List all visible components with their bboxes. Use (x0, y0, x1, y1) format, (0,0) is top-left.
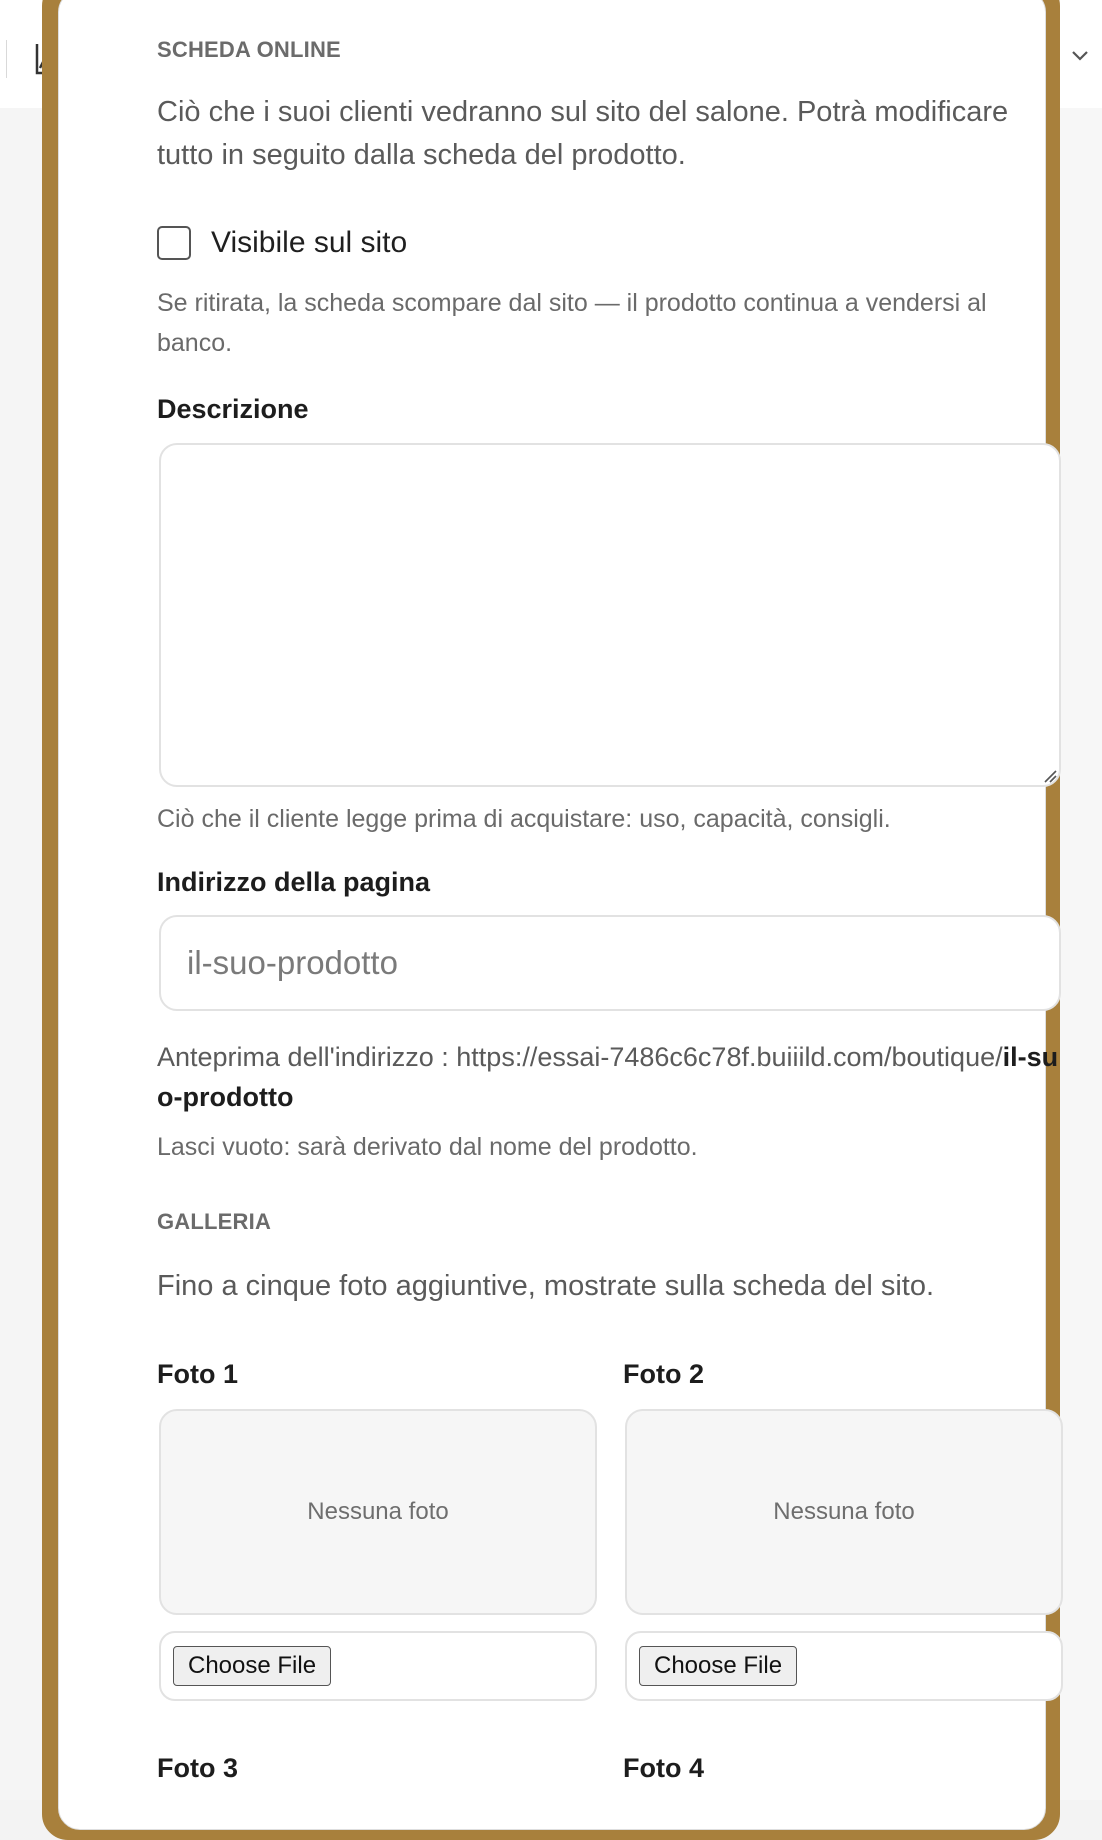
photo-4-label: Foto 4 (623, 1753, 704, 1783)
visible-on-site-label[interactable]: Visibile sul sito (211, 226, 407, 260)
photo-2-file-input[interactable]: Choose File (625, 1631, 1063, 1701)
description-label: Descrizione (157, 394, 309, 424)
gallery-intro: Fino a cinque foto aggiuntive, mostrate … (157, 1270, 935, 1302)
gallery-title: GALLERIA (157, 1209, 272, 1234)
visibility-hint: Se ritirata, la scheda scompare dal sito… (157, 289, 987, 357)
section-intro: Ciò che i suoi clienti vedranno sul sito… (157, 96, 1009, 171)
chevron-down-icon[interactable] (1070, 48, 1090, 64)
address-hint: Lasci vuoto: sarà derivato dal nome del … (157, 1133, 698, 1161)
photo-2-label: Foto 2 (623, 1359, 704, 1389)
photo-1-choose-file-button[interactable]: Choose File (173, 1646, 332, 1686)
photo-2-preview: Nessuna foto (625, 1409, 1063, 1615)
visibility-row[interactable]: Visibile sul sito (157, 221, 407, 265)
resize-handle-icon[interactable] (1043, 769, 1057, 783)
description-textarea[interactable] (159, 443, 1061, 787)
online-sheet-panel: SCHEDA ONLINE Ciò che i suoi clienti ved… (58, 0, 1063, 1830)
address-preview-base: https://essai-7486c6c78f.buiiild.com/bou… (456, 1042, 1003, 1072)
photo-1-file-input[interactable]: Choose File (159, 1631, 597, 1701)
app-right-column (1060, 108, 1102, 1800)
address-preview-label: Anteprima dell'indirizzo : (157, 1042, 457, 1072)
photo-1-preview: Nessuna foto (159, 1409, 597, 1615)
visible-on-site-checkbox[interactable] (157, 226, 191, 260)
toolbar-divider (6, 40, 7, 78)
photo-3-label: Foto 3 (157, 1753, 238, 1783)
photo-1-empty-text: Nessuna foto (307, 1498, 449, 1525)
section-title: SCHEDA ONLINE (157, 37, 341, 62)
description-hint: Ciò che il cliente legge prima di acquis… (157, 805, 891, 833)
photo-1-label: Foto 1 (157, 1359, 238, 1389)
photo-2-empty-text: Nessuna foto (773, 1498, 915, 1525)
page-address-label: Indirizzo della pagina (157, 867, 431, 897)
address-preview: Anteprima dell'indirizzo : https://essai… (157, 1037, 1061, 1117)
page-address-input[interactable] (159, 915, 1061, 1011)
photo-2-choose-file-button[interactable]: Choose File (639, 1646, 798, 1686)
